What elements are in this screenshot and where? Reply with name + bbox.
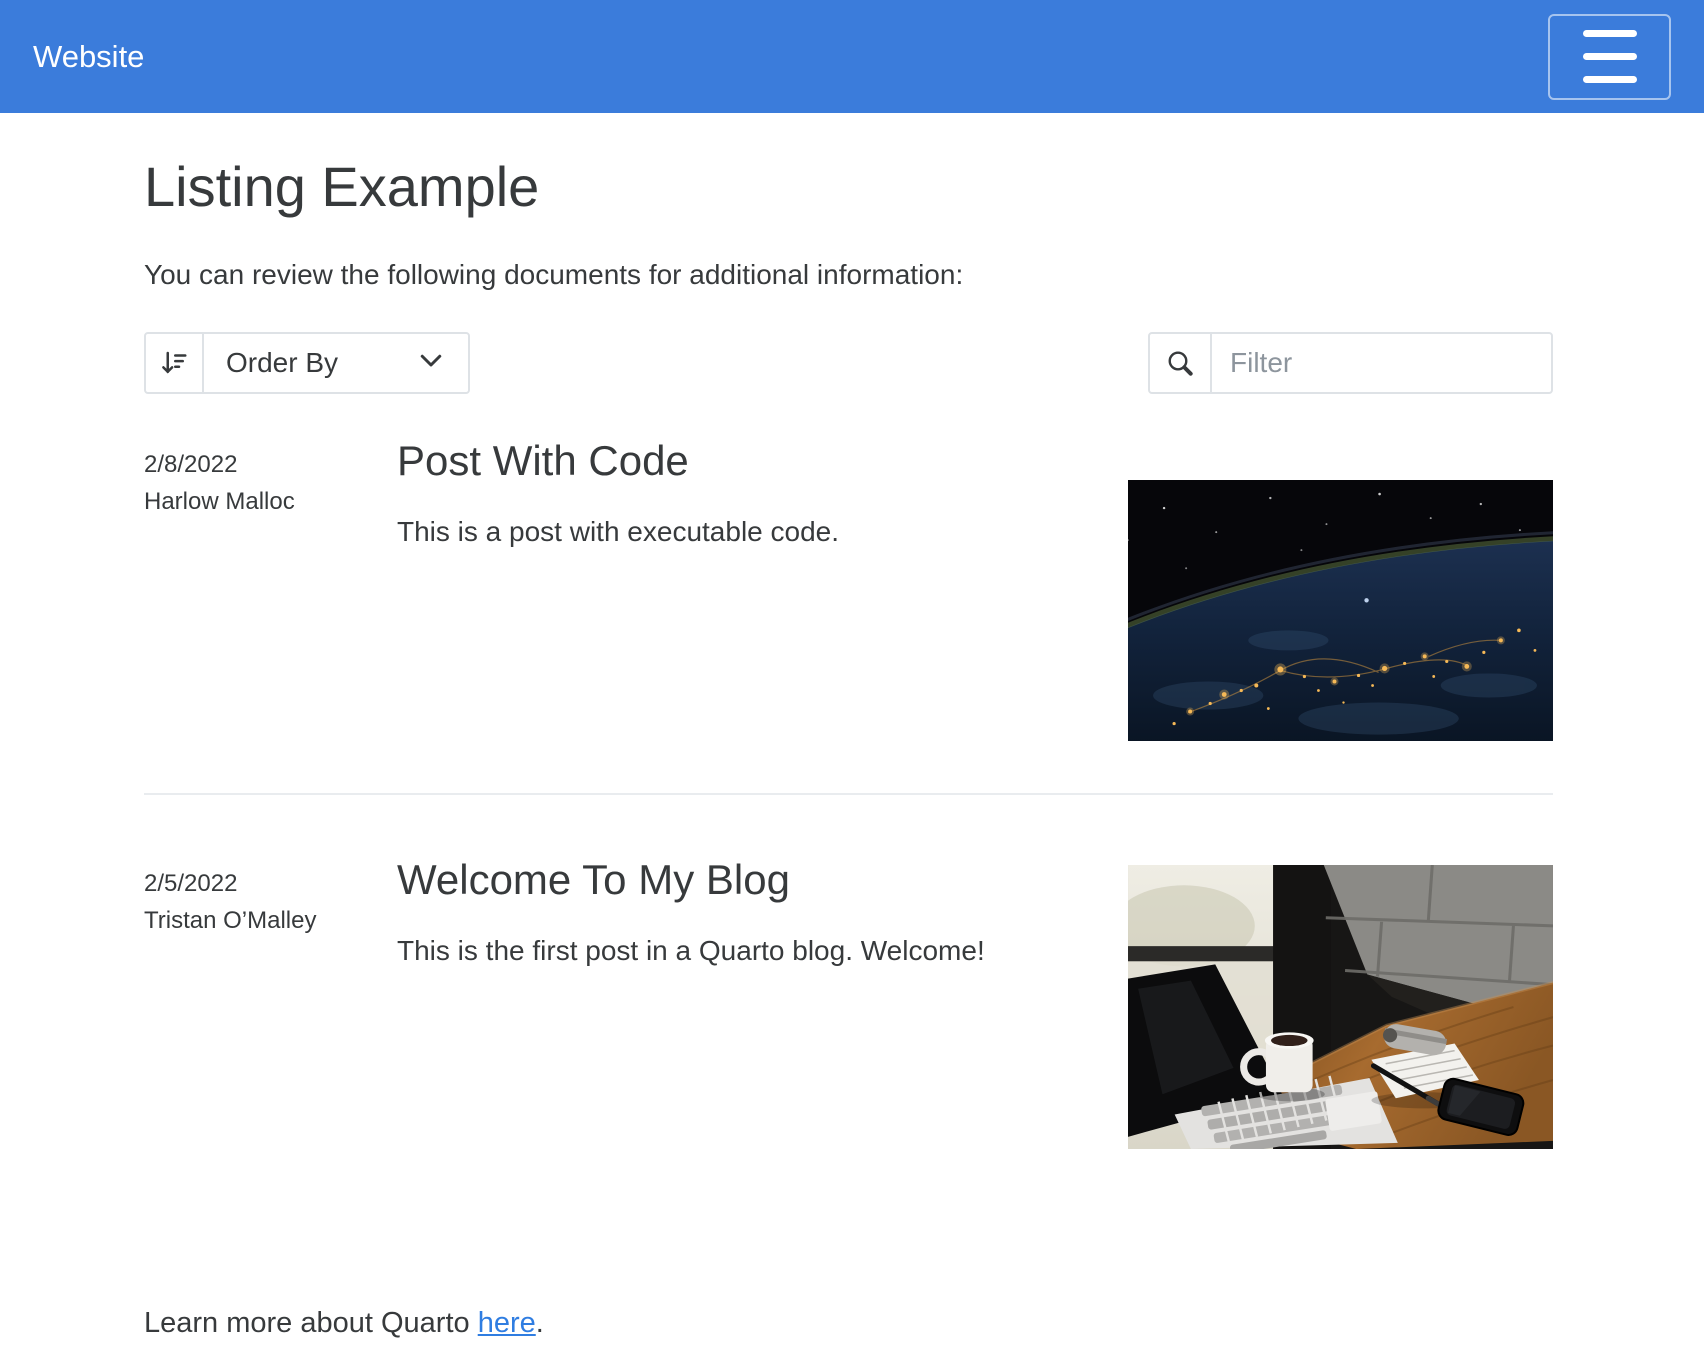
filter-input[interactable] [1212, 334, 1551, 392]
menu-toggle-button[interactable] [1548, 14, 1671, 100]
sort-amount-down-icon [146, 334, 204, 392]
chevron-down-icon [416, 345, 446, 382]
navbar: Website [0, 0, 1704, 113]
post-thumbnail-desk [1128, 865, 1553, 1149]
post-title-link[interactable]: Welcome To My Blog [397, 857, 790, 903]
list-item-post-with-code: 2/8/2022 Harlow Malloc Post With Code Th… [144, 438, 1553, 741]
order-by-label: Order By [226, 347, 338, 379]
post-author: Harlow Malloc [144, 483, 397, 520]
footer-prefix: Learn more about Quarto [144, 1307, 478, 1339]
post-body: Post With Code This is a post with execu… [397, 438, 1125, 558]
post-body: Welcome To My Blog This is the first pos… [397, 857, 1125, 977]
post-description: This is the first post in a Quarto blog.… [397, 925, 1027, 977]
post-date: 2/8/2022 [144, 446, 397, 483]
post-metadata: 2/5/2022 Tristan O’Malley [144, 857, 397, 939]
earth-at-night-image [1128, 480, 1553, 741]
desk-workspace-image [1128, 865, 1553, 1149]
listing-controls: Order By [144, 332, 1553, 394]
order-by-dropdown[interactable]: Order By [144, 332, 470, 394]
post-metadata: 2/8/2022 Harlow Malloc [144, 438, 397, 520]
post-thumbnail-earth [1128, 480, 1553, 741]
quarto-link[interactable]: here [478, 1307, 536, 1339]
footer-text: Learn more about Quarto here. [144, 1307, 1553, 1340]
filter-group [1148, 332, 1553, 394]
navbar-title[interactable]: Website [33, 39, 144, 75]
magnifying-glass-icon [1150, 334, 1212, 392]
list-item-welcome-to-my-blog: 2/5/2022 Tristan O’Malley Welcome To My … [144, 793, 1553, 1149]
hamburger-icon [1583, 30, 1637, 83]
main-content: Listing Example You can review the follo… [144, 153, 1553, 1340]
footer-suffix: . [536, 1307, 544, 1339]
intro-text: You can review the following documents f… [144, 254, 1553, 296]
post-description: This is a post with executable code. [397, 506, 1027, 558]
post-date: 2/5/2022 [144, 865, 397, 902]
page-title: Listing Example [144, 153, 1553, 220]
post-title-link[interactable]: Post With Code [397, 438, 689, 484]
post-author: Tristan O’Malley [144, 902, 397, 939]
document-listing: 2/8/2022 Harlow Malloc Post With Code Th… [144, 438, 1553, 1149]
